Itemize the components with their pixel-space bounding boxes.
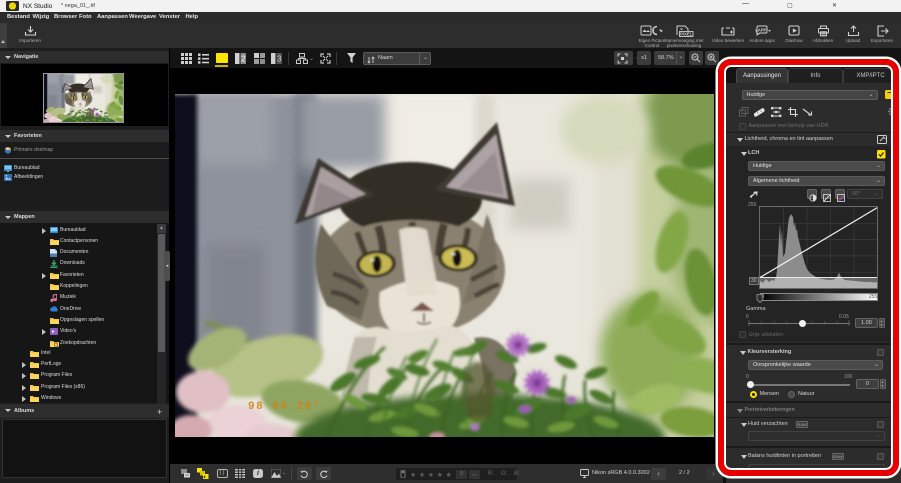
svg-text:3: 3 [277,55,282,64]
svg-text:APP: APP [757,27,766,32]
svg-text:2: 2 [241,55,246,64]
svg-text:PIXEL: PIXEL [680,32,693,37]
